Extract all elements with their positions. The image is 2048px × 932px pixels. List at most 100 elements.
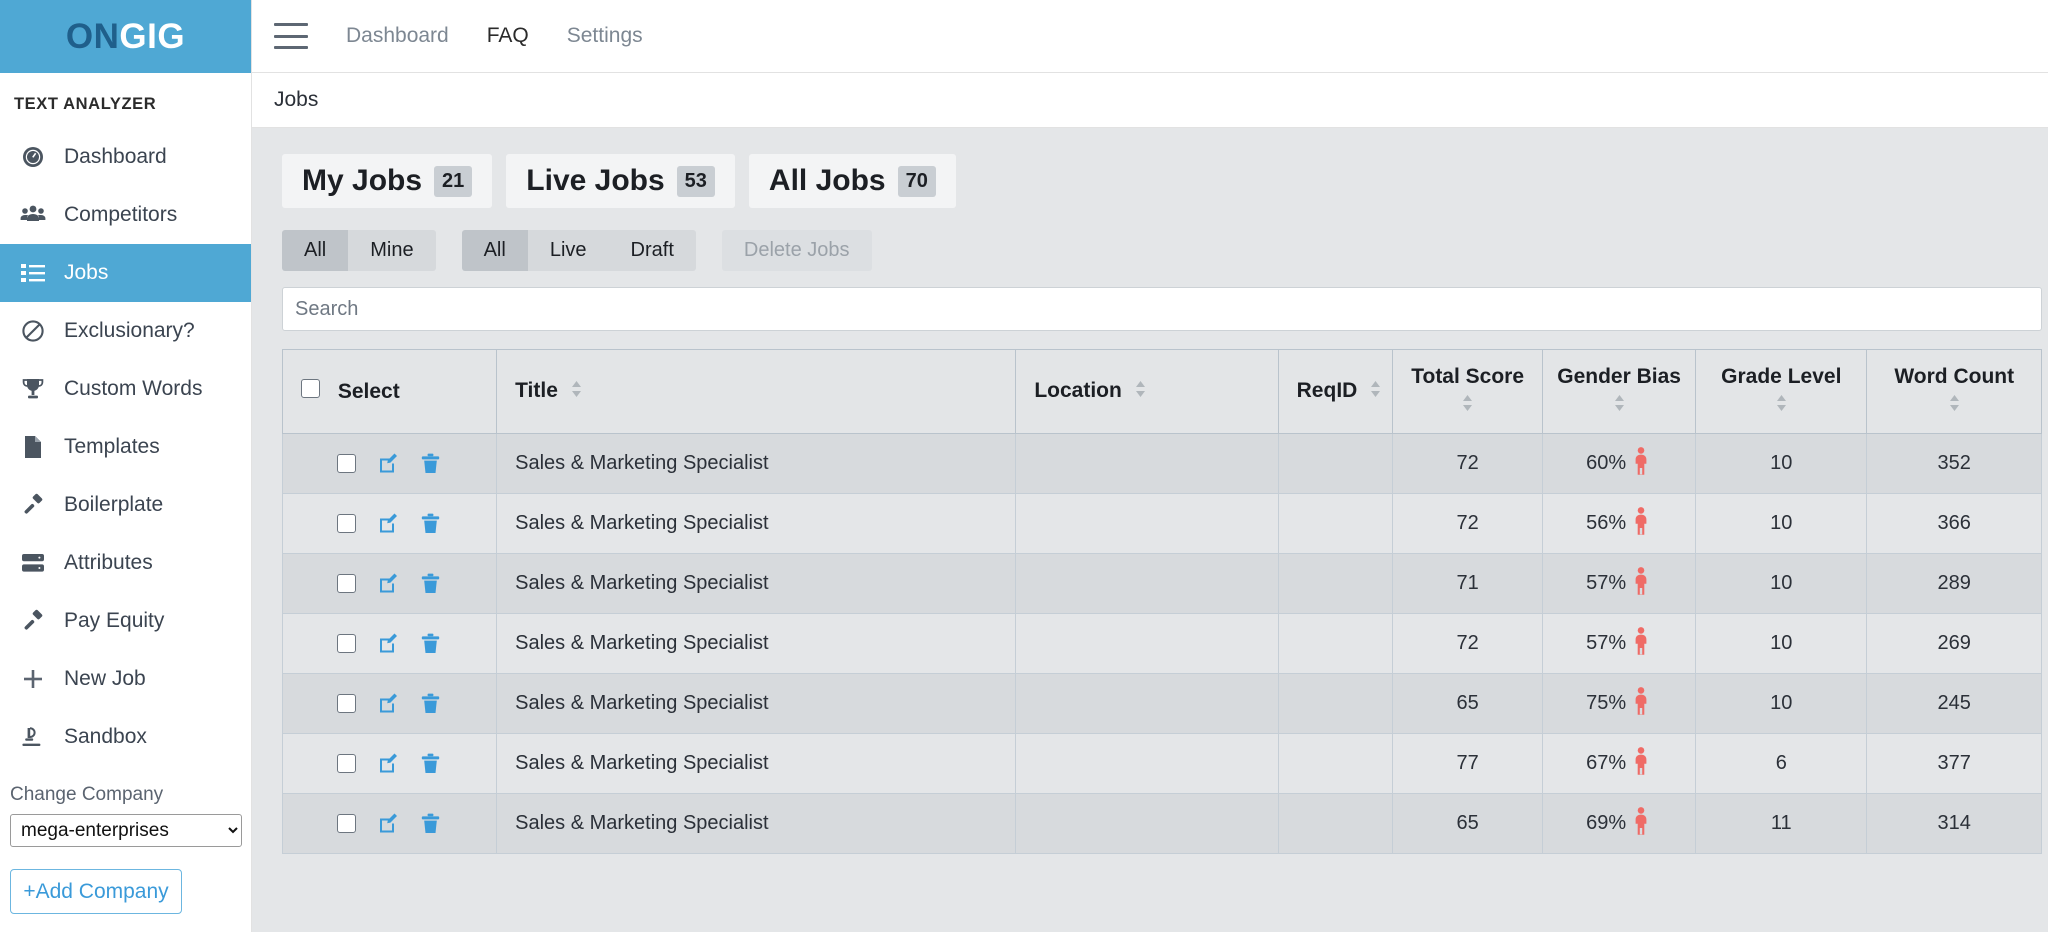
change-company-label: Change Company bbox=[10, 784, 164, 805]
sidebar-item-exclusionary[interactable]: Exclusionary? bbox=[0, 302, 251, 360]
col-header-reqid[interactable]: ReqID bbox=[1277, 349, 1394, 434]
male-figure-icon bbox=[1630, 446, 1652, 482]
col-header-grade-level[interactable]: Grade Level bbox=[1695, 349, 1868, 434]
dashboard-icon bbox=[18, 144, 48, 170]
edit-icon[interactable] bbox=[378, 513, 399, 534]
cell-gender-bias: 56% bbox=[1542, 493, 1697, 554]
sidebar-item-sandbox[interactable]: Sandbox bbox=[0, 708, 251, 766]
table-row[interactable]: Sales & Marketing Specialist 72 60% 10 352 bbox=[281, 433, 2042, 494]
edit-icon[interactable] bbox=[378, 573, 399, 594]
male-figure-icon bbox=[1630, 686, 1652, 722]
jobs-table: Select Title Location ReqID Total Score … bbox=[281, 349, 2042, 854]
app-root: ONGIG TEXT ANALYZER Dashboard Competitor… bbox=[0, 0, 2048, 932]
male-figure-icon bbox=[1630, 566, 1652, 602]
delete-icon[interactable] bbox=[421, 453, 440, 474]
cell-title: Sales & Marketing Specialist bbox=[496, 673, 1017, 734]
table-row[interactable]: Sales & Marketing Specialist 65 69% 11 314 bbox=[281, 793, 2042, 854]
edit-icon[interactable] bbox=[378, 693, 399, 714]
sidebar-item-dashboard[interactable]: Dashboard bbox=[0, 128, 251, 186]
delete-icon[interactable] bbox=[421, 813, 440, 834]
col-header-select[interactable]: Select bbox=[281, 349, 498, 434]
topnav-link-faq[interactable]: FAQ bbox=[487, 24, 529, 48]
cell-grade-level: 10 bbox=[1695, 673, 1868, 734]
sidebar-item-custom-words[interactable]: Custom Words bbox=[0, 360, 251, 418]
male-figure-icon bbox=[1630, 746, 1652, 782]
table-row[interactable]: Sales & Marketing Specialist 71 57% 10 289 bbox=[281, 553, 2042, 614]
topnav-link-dashboard[interactable]: Dashboard bbox=[346, 24, 449, 48]
status-filter-draft[interactable]: Draft bbox=[608, 230, 696, 271]
sidebar-item-templates[interactable]: Templates bbox=[0, 418, 251, 476]
jobs-table-head: Select Title Location ReqID Total Score … bbox=[281, 349, 2042, 434]
cell-title: Sales & Marketing Specialist bbox=[496, 733, 1017, 794]
row-checkbox[interactable] bbox=[337, 454, 356, 473]
col-header-gender-bias[interactable]: Gender Bias bbox=[1542, 349, 1697, 434]
edit-icon[interactable] bbox=[378, 813, 399, 834]
owner-filter-mine[interactable]: Mine bbox=[348, 230, 436, 271]
cell-actions bbox=[281, 553, 498, 614]
table-row[interactable]: Sales & Marketing Specialist 72 57% 10 269 bbox=[281, 613, 2042, 674]
col-header-word-count[interactable]: Word Count bbox=[1866, 349, 2042, 434]
delete-icon[interactable] bbox=[421, 513, 440, 534]
table-row[interactable]: Sales & Marketing Specialist 77 67% 6 377 bbox=[281, 733, 2042, 794]
owner-filter-all[interactable]: All bbox=[282, 230, 349, 271]
cell-title: Sales & Marketing Specialist bbox=[496, 613, 1017, 674]
col-header-location[interactable]: Location bbox=[1015, 349, 1279, 434]
sidebar-item-attributes[interactable]: Attributes bbox=[0, 534, 251, 592]
col-header-label: Title bbox=[515, 379, 558, 403]
hamburger-icon[interactable] bbox=[274, 23, 308, 49]
gender-bias-value: 67% bbox=[1586, 752, 1627, 774]
company-select[interactable]: mega-enterprises bbox=[10, 814, 242, 847]
delete-icon[interactable] bbox=[421, 693, 440, 714]
search-input[interactable] bbox=[282, 287, 2042, 331]
cell-location bbox=[1015, 733, 1279, 794]
trophy-icon bbox=[18, 376, 48, 402]
status-filter-group: All Live Draft bbox=[461, 230, 696, 271]
cell-title: Sales & Marketing Specialist bbox=[496, 493, 1017, 554]
row-checkbox[interactable] bbox=[337, 514, 356, 533]
top-navbar: Dashboard FAQ Settings bbox=[252, 0, 2048, 73]
cell-word-count: 245 bbox=[1866, 673, 2042, 734]
status-filter-live[interactable]: Live bbox=[527, 230, 609, 271]
delete-icon[interactable] bbox=[421, 573, 440, 594]
delete-icon[interactable] bbox=[421, 753, 440, 774]
delete-icon[interactable] bbox=[421, 633, 440, 654]
cell-gender-bias: 60% bbox=[1542, 433, 1697, 494]
sidebar-item-pay-equity[interactable]: Pay Equity bbox=[0, 592, 251, 650]
row-checkbox[interactable] bbox=[337, 814, 356, 833]
tab-my-jobs[interactable]: My Jobs 21 bbox=[282, 154, 493, 208]
edit-icon[interactable] bbox=[378, 453, 399, 474]
sort-arrows-icon bbox=[1776, 393, 1787, 419]
col-header-total-score[interactable]: Total Score bbox=[1392, 349, 1544, 434]
status-filter-all[interactable]: All bbox=[461, 230, 528, 271]
delete-jobs-button[interactable]: Delete Jobs bbox=[721, 230, 872, 271]
brand-logo[interactable]: ONGIG bbox=[0, 0, 251, 73]
tab-count-badge: 70 bbox=[897, 165, 936, 197]
sidebar-item-boilerplate[interactable]: Boilerplate bbox=[0, 476, 251, 534]
row-checkbox[interactable] bbox=[337, 574, 356, 593]
cell-total-score: 77 bbox=[1392, 733, 1544, 794]
ban-icon bbox=[18, 318, 48, 344]
table-row[interactable]: Sales & Marketing Specialist 65 75% 10 245 bbox=[281, 673, 2042, 734]
sidebar-item-label: Competitors bbox=[64, 203, 178, 226]
row-checkbox[interactable] bbox=[337, 754, 356, 773]
tab-all-jobs[interactable]: All Jobs 70 bbox=[748, 154, 956, 208]
tab-live-jobs[interactable]: Live Jobs 53 bbox=[506, 154, 735, 208]
select-all-checkbox[interactable] bbox=[301, 378, 320, 398]
topnav-link-settings[interactable]: Settings bbox=[567, 24, 643, 48]
cell-reqid bbox=[1277, 433, 1394, 494]
row-checkbox[interactable] bbox=[337, 694, 356, 713]
cell-word-count: 314 bbox=[1866, 793, 2042, 854]
edit-icon[interactable] bbox=[378, 753, 399, 774]
edit-icon[interactable] bbox=[378, 633, 399, 654]
add-company-button[interactable]: +Add Company bbox=[10, 869, 182, 914]
sidebar-item-competitors[interactable]: Competitors bbox=[0, 186, 251, 244]
col-header-title[interactable]: Title bbox=[496, 349, 1017, 434]
tab-label: Live Jobs bbox=[526, 164, 665, 197]
cell-gender-bias: 69% bbox=[1542, 793, 1697, 854]
table-row[interactable]: Sales & Marketing Specialist 72 56% 10 366 bbox=[281, 493, 2042, 554]
sidebar-item-new-job[interactable]: New Job bbox=[0, 650, 251, 708]
sort-arrows-icon bbox=[1135, 380, 1146, 404]
row-checkbox[interactable] bbox=[337, 634, 356, 653]
sidebar-item-jobs[interactable]: Jobs bbox=[0, 244, 251, 302]
sidebar-item-label: New Job bbox=[64, 667, 146, 690]
